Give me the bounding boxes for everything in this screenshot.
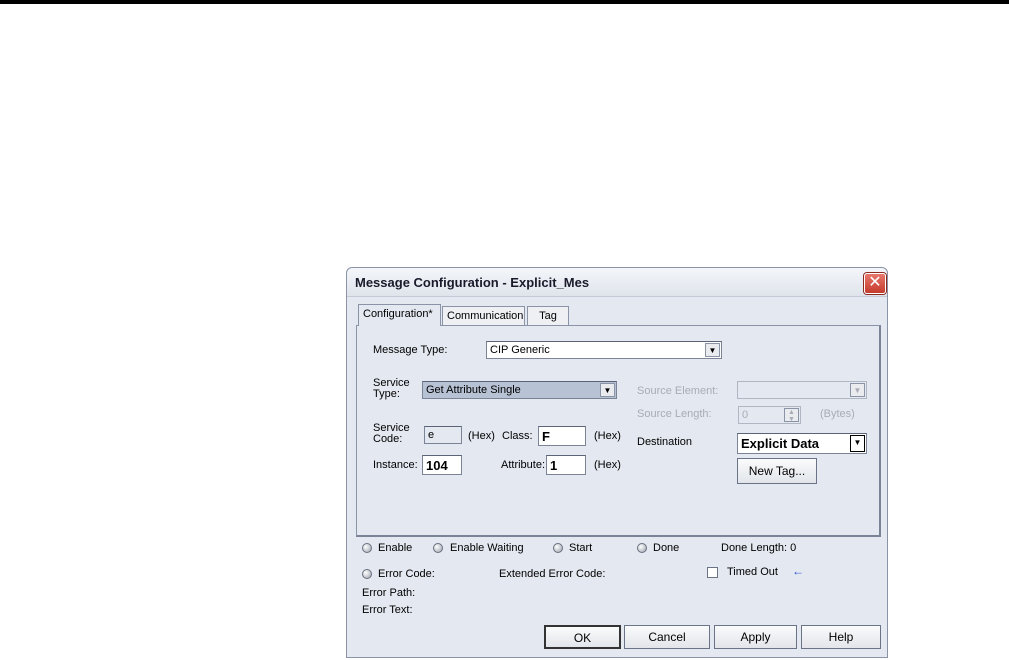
service-code-label: Service Code:: [373, 422, 410, 445]
title-bar[interactable]: Message Configuration - Explicit_Mes: [347, 268, 887, 297]
source-length-spinner[interactable]: 0 ▲ ▼: [738, 406, 801, 424]
dialog-title: Message Configuration - Explicit_Mes: [355, 275, 590, 290]
message-type-value: CIP Generic: [490, 344, 550, 356]
attribute-label: Attribute:: [501, 459, 546, 471]
enable-waiting-indicator-icon: [433, 543, 443, 553]
help-button[interactable]: Help: [801, 625, 881, 649]
destination-label: Destination: [637, 436, 693, 448]
enable-waiting-label: Enable Waiting: [450, 542, 524, 554]
start-indicator-icon: [553, 543, 563, 553]
source-length-value: 0: [742, 409, 749, 421]
hex-label: (Hex): [594, 430, 621, 442]
hex-label: (Hex): [468, 430, 495, 442]
instance-label: Instance:: [373, 459, 418, 471]
service-type-label: Service Type:: [373, 377, 410, 400]
new-tag-button[interactable]: New Tag...: [737, 458, 817, 484]
message-configuration-dialog: Message Configuration - Explicit_Mes ✕ C…: [346, 267, 888, 658]
class-field[interactable]: F: [538, 426, 586, 446]
chevron-down-icon[interactable]: ▼: [600, 383, 615, 397]
done-length: Done Length: 0: [721, 542, 797, 554]
error-path-label: Error Path:: [362, 587, 416, 599]
destination-select[interactable]: Explicit Data ▼: [737, 433, 867, 454]
enable-indicator-icon: [362, 543, 372, 553]
tab-communication[interactable]: Communication: [442, 306, 525, 325]
source-element-select[interactable]: ▼: [737, 381, 867, 399]
service-code-field[interactable]: e: [424, 426, 462, 444]
service-type-value: Get Attribute Single: [426, 384, 521, 396]
spinner-arrows-icon[interactable]: ▲ ▼: [784, 408, 799, 423]
service-type-select[interactable]: Get Attribute Single ▼: [422, 381, 617, 399]
tab-configuration[interactable]: Configuration*: [358, 304, 441, 326]
extended-error-code-label: Extended Error Code:: [499, 568, 606, 580]
message-type-select[interactable]: CIP Generic ▼: [486, 341, 722, 359]
chevron-down-icon[interactable]: ▼: [705, 343, 720, 357]
chevron-down-icon[interactable]: ▼: [850, 435, 865, 452]
timed-out-checkbox[interactable]: [707, 567, 718, 578]
error-text-label: Error Text:: [362, 604, 413, 616]
timed-out-label: Timed Out: [727, 566, 778, 578]
cancel-button[interactable]: Cancel: [624, 625, 710, 649]
close-icon[interactable]: ✕: [864, 273, 886, 294]
error-code-indicator-icon: [362, 569, 372, 579]
arrow-left-icon: ←: [792, 564, 804, 578]
tab-tag[interactable]: Tag: [527, 306, 569, 325]
message-type-label: Message Type:: [373, 344, 448, 356]
start-label: Start: [569, 542, 593, 554]
source-length-label: Source Length:: [637, 408, 712, 420]
error-code-label: Error Code:: [378, 568, 435, 580]
top-rule: [0, 0, 1009, 4]
class-label: Class:: [502, 430, 533, 442]
done-label: Done: [653, 542, 680, 554]
ok-button[interactable]: OK: [544, 625, 621, 649]
instance-field[interactable]: 104: [422, 455, 462, 475]
attribute-field[interactable]: 1: [546, 455, 586, 475]
destination-value: Explicit Data: [741, 436, 820, 451]
chevron-down-icon: ▼: [850, 383, 865, 397]
done-indicator-icon: [637, 543, 647, 553]
bytes-label: (Bytes): [820, 408, 855, 420]
source-element-label: Source Element:: [637, 385, 719, 397]
apply-button[interactable]: Apply: [714, 625, 797, 649]
enable-label: Enable: [378, 542, 413, 554]
hex-label: (Hex): [594, 459, 621, 471]
